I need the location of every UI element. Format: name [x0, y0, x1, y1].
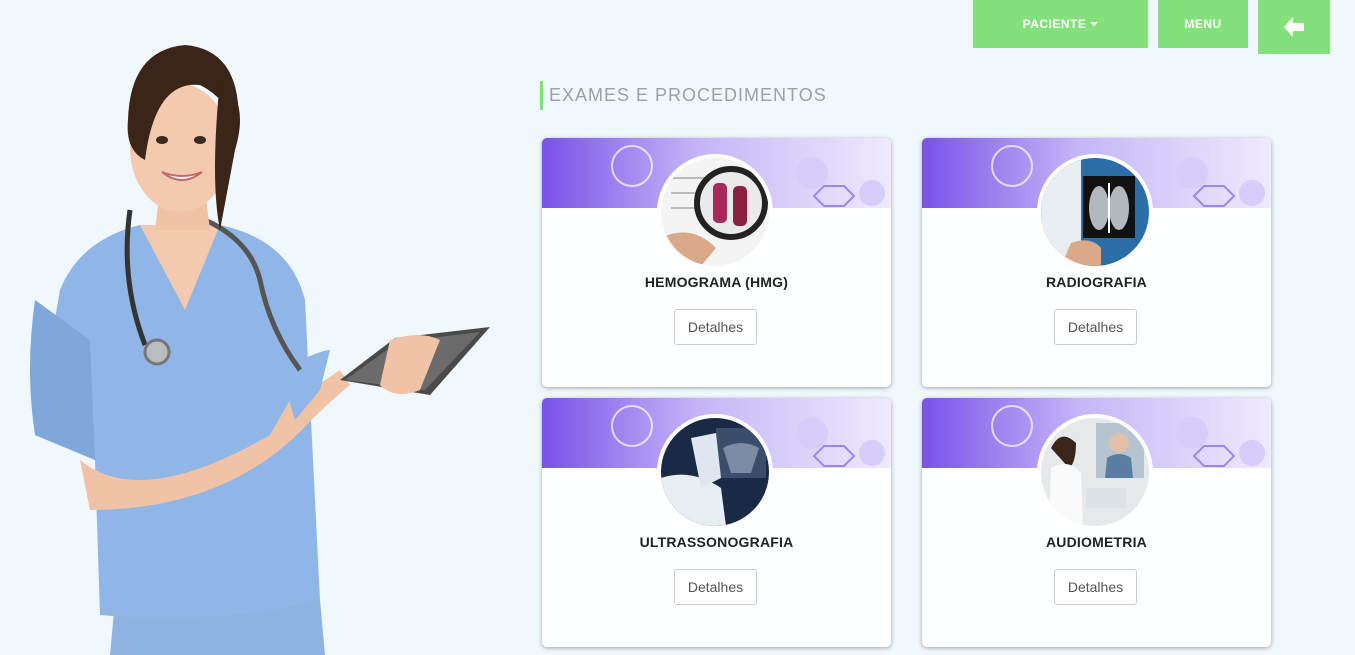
ultrasound-probe-image	[657, 414, 773, 530]
xray-doctor-image	[1037, 154, 1153, 270]
paciente-dropdown-button[interactable]: PACIENTE	[973, 0, 1148, 48]
menu-label: MENU	[1184, 17, 1222, 31]
card-title: ULTRASSONOGRAFIA	[639, 534, 794, 550]
exam-card-audiometria: AUDIOMETRIA Detalhes	[922, 398, 1271, 647]
details-button[interactable]: Detalhes	[674, 309, 757, 345]
arrow-left-icon	[1284, 17, 1304, 37]
details-button[interactable]: Detalhes	[1054, 569, 1137, 605]
card-title: AUDIOMETRIA	[1046, 534, 1147, 550]
details-button[interactable]: Detalhes	[1054, 309, 1137, 345]
card-title: RADIOGRAFIA	[1046, 274, 1147, 290]
details-button[interactable]: Detalhes	[674, 569, 757, 605]
exam-card-ultrassonografia: ULTRASSONOGRAFIA Detalhes	[542, 398, 891, 647]
blood-test-magnifier-image	[657, 154, 773, 270]
paciente-label: PACIENTE	[1022, 17, 1087, 31]
menu-button[interactable]: MENU	[1158, 0, 1248, 48]
exam-card-radiografia: RADIOGRAFIA Detalhes	[922, 138, 1271, 387]
section-title: EXAMES E PROCEDIMENTOS	[540, 81, 827, 110]
nurse-illustration	[30, 45, 490, 655]
back-button[interactable]	[1258, 0, 1330, 54]
page: PACIENTE MENU EXAMES E PROCEDIMENTOS HEM…	[0, 0, 1355, 655]
audiometry-booth-image	[1037, 414, 1153, 530]
card-title: HEMOGRAMA (HMG)	[644, 274, 789, 290]
caret-down-icon	[1090, 22, 1099, 26]
exam-card-hemograma: HEMOGRAMA (HMG) Detalhes	[542, 138, 891, 387]
